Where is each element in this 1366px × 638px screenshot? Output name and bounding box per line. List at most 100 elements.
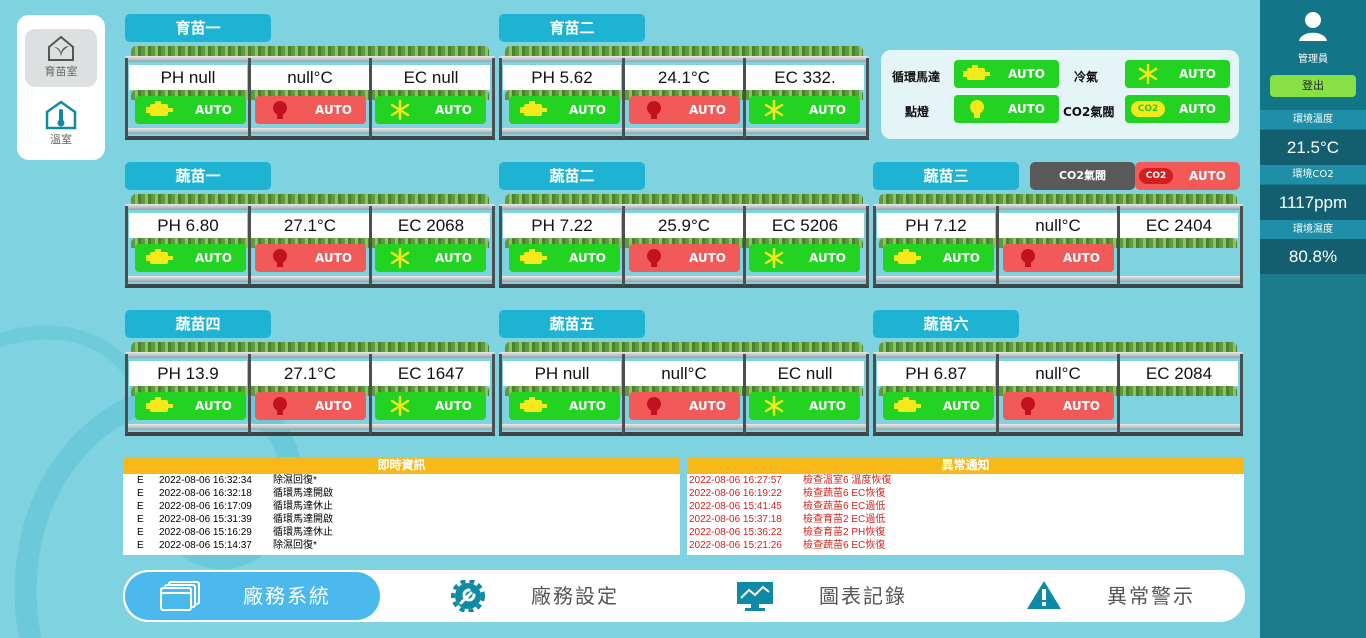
alert-log-entry: 2022-08-06 15:37:18 檢查育苗2 EC過低 bbox=[689, 513, 1244, 526]
log-time: 2022-08-06 16:19:22 bbox=[689, 488, 782, 499]
shelf-board bbox=[499, 128, 869, 134]
nav-label: 育苗室 bbox=[44, 65, 78, 78]
pump-auto-button[interactable]: AUTO bbox=[509, 392, 620, 420]
global-controls-panel: 循環馬達 AUTO 冷氣 AUTO 點燈 AUTO CO2氣閥 CO2 AUTO bbox=[881, 50, 1239, 139]
log-message: 循環馬達開啟 bbox=[273, 514, 333, 525]
pump-icon bbox=[520, 101, 547, 116]
ph-reading: PH 7.12 bbox=[877, 213, 995, 238]
log-level: E bbox=[137, 540, 144, 551]
log-time: 2022-08-06 16:27:57 bbox=[689, 475, 782, 486]
auto-label: AUTO bbox=[314, 251, 352, 265]
auto-label: AUTO bbox=[688, 399, 726, 413]
cooler-auto-button[interactable]: AUTO bbox=[749, 96, 860, 124]
pump-icon bbox=[520, 397, 547, 412]
ec-reading: EC 1647 bbox=[372, 361, 490, 386]
alert-log-entry: 2022-08-06 15:36:22 檢查育苗2 PH恢復 bbox=[689, 526, 1244, 539]
pump-icon bbox=[520, 249, 547, 264]
zone-shelf: PH null null°C EC null AUTO AUTO AUTO bbox=[125, 46, 495, 141]
tab-chart-records[interactable]: 圖表記錄 bbox=[701, 572, 956, 620]
auto-label: AUTO bbox=[1007, 67, 1045, 81]
light-auto-button[interactable]: AUTO bbox=[954, 95, 1059, 123]
snowflake-icon bbox=[1138, 64, 1158, 84]
bottom-tab-bar: 廠務系統 廠務設定 圖表記錄 異常警示 bbox=[123, 570, 1245, 622]
tab-label: 圖表記錄 bbox=[819, 584, 907, 608]
auto-label: AUTO bbox=[942, 251, 980, 265]
temp-reading: null°C bbox=[251, 65, 369, 90]
cooler-auto-button[interactable]: AUTO bbox=[749, 244, 860, 272]
snowflake-icon bbox=[390, 100, 410, 120]
light-auto-button[interactable]: AUTO bbox=[1003, 392, 1114, 420]
env-temp-label: 環境溫度 bbox=[1260, 110, 1366, 129]
pump-auto-button[interactable]: AUTO bbox=[509, 244, 620, 272]
co2-badge-icon: CO2 bbox=[1131, 101, 1165, 117]
log-time: 2022-08-06 16:17:09 bbox=[159, 501, 252, 512]
auto-label: AUTO bbox=[1062, 251, 1100, 265]
pump-auto-button[interactable]: AUTO bbox=[135, 96, 246, 124]
ph-reading: PH null bbox=[503, 361, 621, 386]
shelf-rail bbox=[499, 432, 869, 436]
zone-title: 育苗二 bbox=[499, 14, 645, 42]
cooler-auto-button[interactable]: AUTO bbox=[1125, 60, 1230, 88]
bulb-icon bbox=[647, 101, 661, 119]
pump-auto-button[interactable]: AUTO bbox=[135, 244, 246, 272]
pump-auto-button[interactable]: AUTO bbox=[135, 392, 246, 420]
light-auto-button[interactable]: AUTO bbox=[629, 392, 740, 420]
pump-icon bbox=[894, 397, 921, 412]
log-time: 2022-08-06 15:41:45 bbox=[689, 501, 782, 512]
co2-valve-button[interactable]: CO2氣閥 bbox=[1030, 162, 1135, 190]
pump-auto-button[interactable]: AUTO bbox=[954, 60, 1059, 88]
cooler-auto-button[interactable]: AUTO bbox=[375, 392, 486, 420]
light-auto-button[interactable]: AUTO bbox=[1003, 244, 1114, 272]
tab-alert-warnings[interactable]: 異常警示 bbox=[989, 572, 1244, 620]
logout-button[interactable]: 登出 bbox=[1270, 75, 1356, 97]
light-auto-button[interactable]: AUTO bbox=[255, 244, 366, 272]
light-auto-button[interactable]: AUTO bbox=[629, 96, 740, 124]
pump-auto-button[interactable]: AUTO bbox=[883, 244, 994, 272]
temp-reading: 27.1°C bbox=[251, 361, 369, 386]
zone-title: 育苗一 bbox=[125, 14, 271, 42]
shelf-board bbox=[125, 204, 495, 210]
info-log-entry: E 2022-08-06 15:16:29 循環馬達休止 bbox=[137, 526, 680, 539]
auto-label: AUTO bbox=[808, 103, 846, 117]
pump-auto-button[interactable]: AUTO bbox=[509, 96, 620, 124]
auto-label: AUTO bbox=[688, 251, 726, 265]
log-time: 2022-08-06 15:14:37 bbox=[159, 540, 252, 551]
auto-label: AUTO bbox=[688, 103, 726, 117]
zone-title: 蔬苗三 bbox=[873, 162, 1019, 190]
auto-label: AUTO bbox=[568, 399, 606, 413]
greenhouse-icon bbox=[48, 35, 74, 61]
alert-log-entry: 2022-08-06 16:19:22 檢查蔬苗6 EC恢復 bbox=[689, 487, 1244, 500]
light-auto-button[interactable]: AUTO bbox=[629, 244, 740, 272]
plants-decoration bbox=[505, 342, 863, 352]
pump-auto-button[interactable]: AUTO bbox=[883, 392, 994, 420]
log-level: E bbox=[137, 501, 144, 512]
log-message: 檢查蔬苗6 EC過低 bbox=[803, 501, 886, 512]
log-message: 循環馬達開啟 bbox=[273, 488, 333, 499]
info-log-entry: E 2022-08-06 15:31:39 循環馬達開啟 bbox=[137, 513, 680, 526]
cooler-auto-button[interactable]: AUTO bbox=[749, 392, 860, 420]
zone-title: 蔬苗一 bbox=[125, 162, 271, 190]
snowflake-icon bbox=[390, 396, 410, 416]
nav-item-nursery[interactable]: 育苗室 bbox=[25, 29, 97, 87]
log-time: 2022-08-06 15:21:26 bbox=[689, 540, 782, 551]
shelf-post bbox=[499, 354, 502, 434]
cooler-auto-button[interactable]: AUTO bbox=[375, 244, 486, 272]
cooler-label: 冷氣 bbox=[1074, 70, 1099, 84]
zone-title: 蔬苗四 bbox=[125, 310, 271, 338]
co2-auto-button[interactable]: CO2 AUTO bbox=[1125, 95, 1230, 123]
nav-item-greenhouse[interactable]: 溫室 bbox=[25, 95, 97, 153]
plants-decoration bbox=[131, 342, 489, 352]
light-auto-button[interactable]: AUTO bbox=[255, 392, 366, 420]
cooler-auto-button[interactable]: AUTO bbox=[375, 96, 486, 124]
log-level: E bbox=[137, 475, 144, 486]
log-time: 2022-08-06 16:32:34 bbox=[159, 475, 252, 486]
tab-factory-system[interactable]: 廠務系統 bbox=[125, 572, 380, 620]
log-message: 檢查育苗2 EC過低 bbox=[803, 514, 886, 525]
tab-factory-settings[interactable]: 廠務設定 bbox=[413, 572, 668, 620]
bulb-icon bbox=[273, 249, 287, 267]
user-icon bbox=[1299, 12, 1327, 41]
shelf-post bbox=[125, 354, 128, 434]
light-auto-button[interactable]: AUTO bbox=[255, 96, 366, 124]
co2-valve-auto-button[interactable]: CO2 AUTO bbox=[1135, 162, 1240, 190]
shelf-rail bbox=[125, 432, 495, 436]
